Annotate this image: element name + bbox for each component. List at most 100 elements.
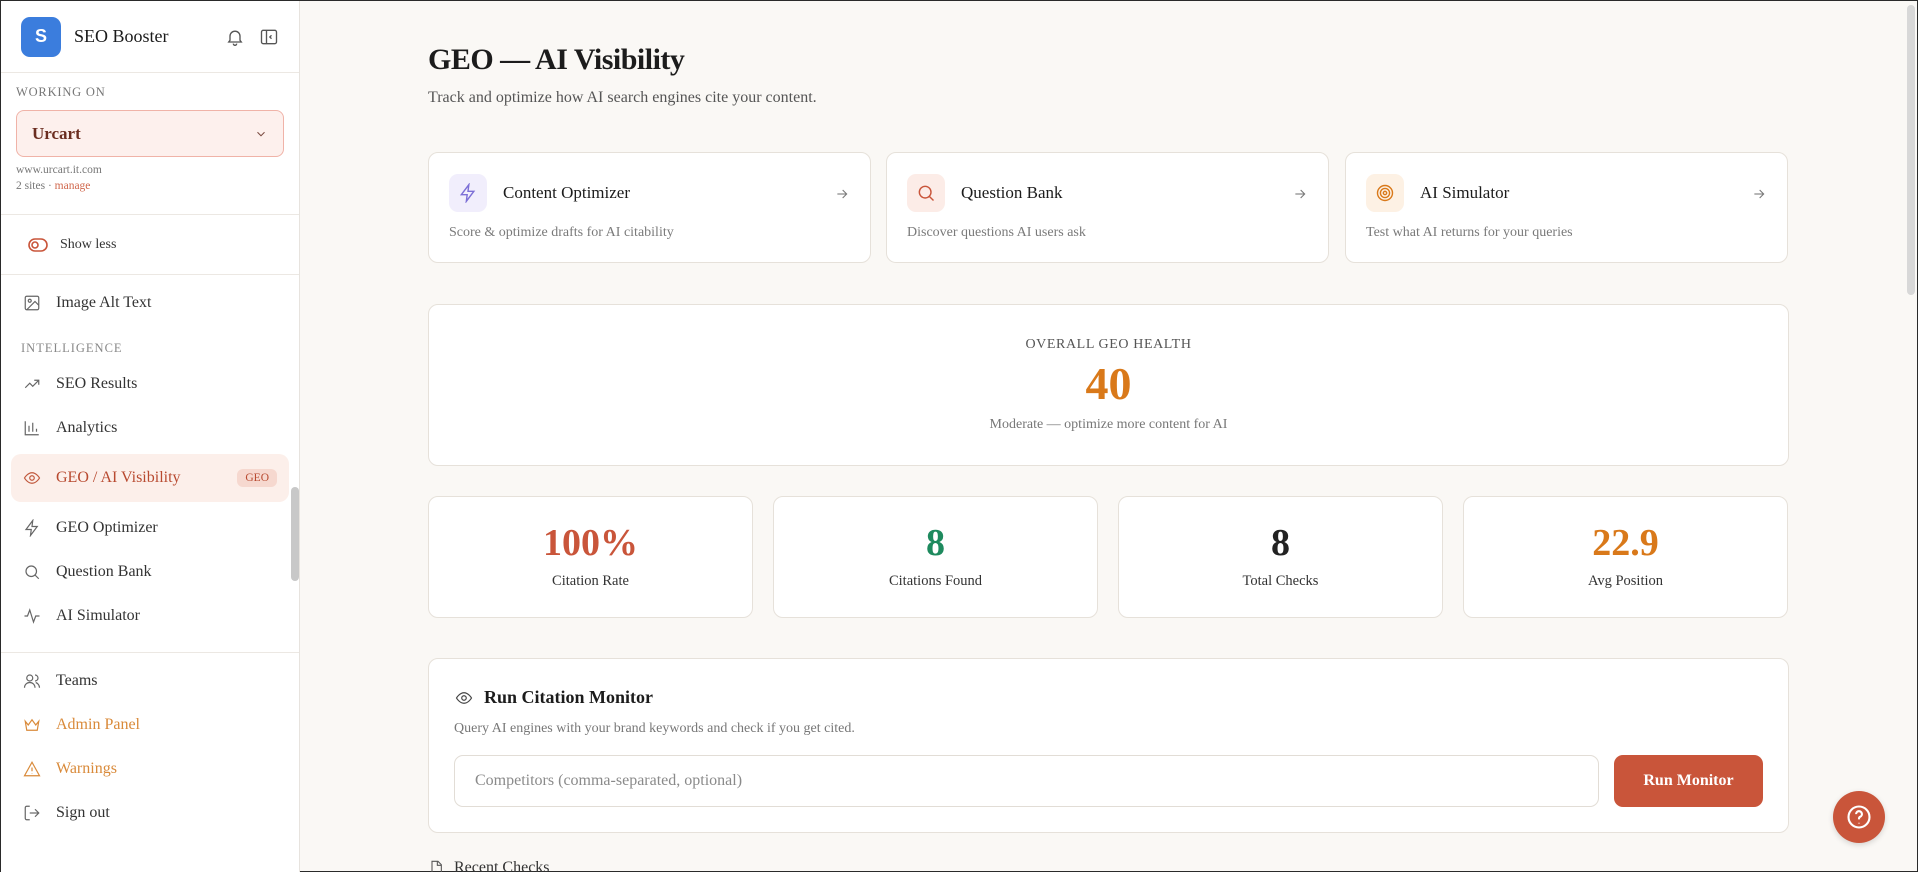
- warning-icon: [23, 761, 41, 777]
- eye-icon: [455, 691, 473, 704]
- sidebar-item-geo-visibility[interactable]: GEO / AI Visibility GEO: [11, 454, 289, 502]
- sidebar-item-analytics[interactable]: Analytics: [1, 406, 299, 450]
- bell-icon[interactable]: [225, 27, 245, 47]
- tool-card-question-bank[interactable]: Question Bank Discover questions AI user…: [886, 152, 1329, 263]
- sidebar-item-geo-optimizer[interactable]: GEO Optimizer: [1, 506, 299, 550]
- document-icon: [431, 860, 442, 872]
- help-icon: [1847, 805, 1871, 829]
- search-icon: [918, 185, 935, 202]
- image-icon: [24, 295, 40, 311]
- stat-value: 8: [1271, 522, 1290, 564]
- help-button[interactable]: [1833, 791, 1885, 843]
- sidebar-item-admin-panel[interactable]: Admin Panel: [1, 703, 299, 747]
- arrow-right-icon: [837, 189, 848, 199]
- geo-health-score: 40: [1085, 358, 1132, 409]
- sidebar-item-image-alt-text[interactable]: Image Alt Text: [1, 281, 299, 325]
- arrow-right-icon: [1295, 189, 1306, 199]
- sign-out-icon: [24, 805, 40, 821]
- stat-label: Citations Found: [888, 573, 983, 589]
- tool-desc: Test what AI returns for your queries: [1366, 225, 1573, 240]
- stat-card-citation-rate: 100% Citation Rate: [428, 496, 753, 618]
- arrow-right-icon: [1754, 189, 1765, 199]
- tool-card-ai-simulator[interactable]: AI Simulator Test what AI returns for yo…: [1345, 152, 1788, 263]
- citation-monitor-card: Run Citation Monitor Query AI engines wi…: [428, 658, 1789, 833]
- sidebar-item-seo-results[interactable]: SEO Results: [1, 362, 299, 406]
- site-url: www.urcart.it.com: [16, 164, 102, 176]
- sidebar-item-warnings[interactable]: Warnings: [1, 747, 299, 791]
- sidebar-item-question-bank[interactable]: Question Bank: [1, 550, 299, 594]
- trending-up-icon: [24, 379, 40, 389]
- collapse-sidebar-icon[interactable]: [259, 27, 279, 47]
- monitor-title: Run Citation Monitor: [455, 687, 653, 708]
- sidebar-item-label: Image Alt Text: [56, 294, 152, 311]
- run-monitor-button[interactable]: Run Monitor: [1614, 755, 1763, 807]
- tool-icon-box: [449, 174, 487, 212]
- section-label-intelligence: INTELLIGENCE: [21, 341, 123, 355]
- sidebar-item-ai-simulator[interactable]: AI Simulator: [1, 594, 299, 638]
- tool-name: Question Bank: [961, 183, 1063, 202]
- sidebar-scrollbar[interactable]: [291, 487, 299, 581]
- sidebar-item-label: Admin Panel: [56, 716, 140, 733]
- competitors-input[interactable]: [454, 755, 1599, 807]
- activity-icon: [24, 608, 40, 624]
- app-logo[interactable]: S: [21, 16, 61, 57]
- lightning-icon: [459, 183, 476, 203]
- sidebar-item-sign-out[interactable]: Sign out: [1, 791, 299, 835]
- tool-name: AI Simulator: [1420, 183, 1510, 202]
- sidebar-item-label: GEO Optimizer: [56, 519, 158, 536]
- sidebar-item-label: SEO Results: [56, 375, 138, 392]
- tool-card-content-optimizer[interactable]: Content Optimizer Score & optimize draft…: [428, 152, 871, 263]
- monitor-desc: Query AI engines with your brand keyword…: [454, 721, 855, 736]
- site-count: 2 sites · manage: [16, 180, 284, 192]
- working-on-label: WORKING ON: [16, 85, 106, 99]
- stat-label: Citation Rate: [552, 573, 629, 589]
- show-less-label: Show less: [60, 236, 117, 252]
- monitor-title-text: Run Citation Monitor: [484, 687, 654, 707]
- sidebar-item-teams[interactable]: Teams: [1, 659, 299, 703]
- stat-value: 100%: [543, 522, 638, 564]
- stat-value: 22.9: [1592, 522, 1659, 564]
- recent-checks-label: Recent Checks: [454, 859, 550, 872]
- sidebar-item-label: Analytics: [56, 419, 118, 436]
- geo-badge: GEO: [237, 469, 277, 487]
- target-icon: [1376, 184, 1394, 202]
- sidebar-item-label: Teams: [56, 672, 98, 689]
- page-scrollbar[interactable]: [1907, 5, 1915, 295]
- site-name: Urcart: [32, 123, 81, 143]
- stat-value: 8: [926, 522, 945, 564]
- sidebar-item-label: AI Simulator: [56, 607, 140, 624]
- show-less-toggle[interactable]: Show less: [1, 215, 299, 275]
- page-title: GEO — AI Visibility: [428, 43, 685, 76]
- tool-name: Content Optimizer: [503, 183, 631, 202]
- page-subtitle: Track and optimize how AI search engines…: [428, 89, 817, 106]
- stat-label: Avg Position: [1587, 573, 1664, 589]
- geo-health-card: OVERALL GEO HEALTH 40 Moderate — optimiz…: [428, 304, 1789, 466]
- lightning-icon: [24, 519, 39, 537]
- eye-icon: [23, 472, 41, 484]
- tool-desc: Score & optimize drafts for AI citabilit…: [449, 225, 674, 240]
- tool-icon-box: [1366, 174, 1404, 212]
- working-on-panel: WORKING ON Urcart www.urcart.it.com 2 si…: [1, 73, 299, 215]
- stat-card-avg-position: 22.9 Avg Position: [1463, 496, 1788, 618]
- manage-sites-link[interactable]: manage: [55, 180, 91, 192]
- tool-desc: Discover questions AI users ask: [907, 225, 1086, 240]
- site-count-text: 2 sites ·: [16, 180, 55, 192]
- stat-label: Total Checks: [1242, 573, 1319, 589]
- app-name: SEO Booster: [74, 26, 169, 46]
- chevron-down-icon: [257, 131, 265, 136]
- sidebar-divider: [1, 652, 299, 653]
- toggle-icon: [28, 237, 48, 252]
- geo-health-desc: Moderate — optimize more content for AI: [989, 417, 1228, 432]
- search-icon: [25, 565, 40, 580]
- sidebar-item-label: GEO / AI Visibility: [56, 469, 181, 486]
- users-icon: [23, 674, 41, 688]
- tool-icon-box: [907, 174, 945, 212]
- geo-health-label: OVERALL GEO HEALTH: [1025, 337, 1192, 352]
- bar-chart-icon: [24, 421, 39, 436]
- site-selector[interactable]: Urcart: [16, 110, 284, 157]
- stat-card-total-checks: 8 Total Checks: [1118, 496, 1443, 618]
- stat-card-citations-found: 8 Citations Found: [773, 496, 1098, 618]
- sidebar: S SEO Booster WORKING ON Urcart www.urca…: [1, 1, 300, 872]
- sidebar-item-label: Question Bank: [56, 563, 152, 580]
- sidebar-item-label: Sign out: [56, 804, 110, 821]
